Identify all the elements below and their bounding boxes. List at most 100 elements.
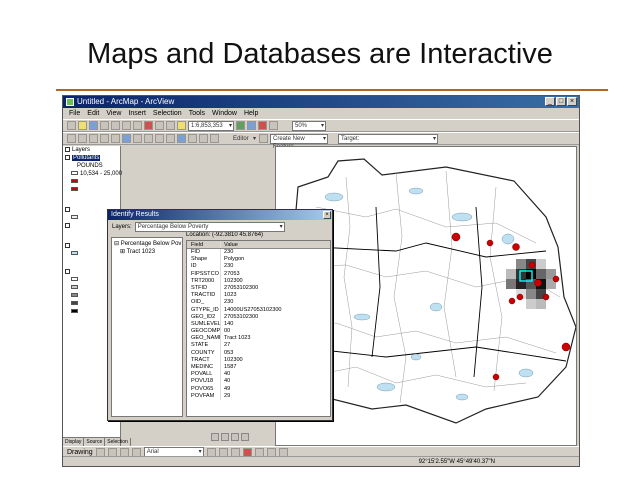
table-row[interactable]: TRACT 102300 <box>187 356 330 364</box>
open-icon[interactable] <box>78 121 87 130</box>
checkbox-icon[interactable] <box>65 242 70 248</box>
tab-source[interactable]: Source <box>84 438 106 446</box>
menu-help[interactable]: Help <box>244 108 258 119</box>
full-extent-icon[interactable] <box>122 134 131 143</box>
zoom-combo[interactable]: 50% <box>292 120 326 131</box>
dialog-close-button[interactable]: × <box>323 211 331 219</box>
select-elements-icon[interactable] <box>166 134 175 143</box>
fixed-zoom-out-icon[interactable] <box>100 134 109 143</box>
refresh-icon[interactable] <box>231 433 239 441</box>
add-data-icon[interactable] <box>177 121 186 130</box>
table-row[interactable]: ID 230 <box>187 263 330 271</box>
menu-file[interactable]: File <box>69 108 80 119</box>
field-value: Polygon <box>224 256 245 263</box>
data-view-icon[interactable] <box>211 433 219 441</box>
print-icon[interactable] <box>100 121 109 130</box>
command-line-icon[interactable] <box>258 121 267 130</box>
table-row[interactable]: STATE 27 <box>187 342 330 350</box>
layout-view-icon[interactable] <box>221 433 229 441</box>
identify-title: Identify Results × <box>108 210 332 220</box>
hyperlink-icon[interactable] <box>210 134 219 143</box>
select-features-icon[interactable] <box>155 134 164 143</box>
menu-edit[interactable]: Edit <box>87 108 99 119</box>
field-value: 1023 <box>224 292 237 299</box>
identify-icon[interactable] <box>177 134 186 143</box>
arctoolbox-icon[interactable] <box>247 121 256 130</box>
menu-view[interactable]: View <box>106 108 121 119</box>
toc-spacer <box>63 194 120 206</box>
table-row[interactable]: POVALL 40 <box>187 371 330 379</box>
arcmap-window: Untitled - ArcMap - ArcView _ □ × File E… <box>62 95 580 467</box>
legend-swatch <box>71 187 78 192</box>
table-row[interactable]: POVO65 49 <box>187 385 330 393</box>
map-scale-combo[interactable]: 1:6,853,353 <box>188 120 234 131</box>
maximize-button[interactable]: □ <box>556 97 566 106</box>
pan-icon[interactable] <box>111 134 120 143</box>
new-icon[interactable] <box>67 121 76 130</box>
checkbox-icon[interactable] <box>65 206 70 212</box>
sketch-tool-icon[interactable] <box>259 134 268 143</box>
table-row[interactable]: POVU18 40 <box>187 378 330 386</box>
table-row[interactable]: SUMLEVEL 140 <box>187 320 330 329</box>
task-combo[interactable]: Create New Feature <box>270 133 328 150</box>
table-row[interactable]: GEOCOMP 00 <box>187 328 330 336</box>
window-titlebar: Untitled - ArcMap - ArcView _ □ × <box>63 96 579 108</box>
table-row[interactable]: GEO_ID2 27053102300 <box>187 313 330 321</box>
measure-icon[interactable] <box>199 134 208 143</box>
find-icon[interactable] <box>188 134 197 143</box>
tree-root[interactable]: ⊟ Percentage Below Pov <box>114 240 181 248</box>
drawing-menu[interactable]: Drawing <box>67 449 93 456</box>
tree-child[interactable]: ⊞ Tract 1023 <box>114 248 180 256</box>
table-row[interactable]: GTYPE_ID 14000US27053102300 <box>187 306 330 314</box>
table-row[interactable]: POVFAM 29 <box>187 392 330 400</box>
help-icon[interactable] <box>269 121 278 130</box>
checkbox-icon[interactable] <box>65 222 70 228</box>
menu-selection[interactable]: Selection <box>153 108 182 119</box>
paste-icon[interactable] <box>133 121 142 130</box>
toc-root[interactable]: Layers <box>63 146 120 154</box>
table-row[interactable]: MEDINC 1587 <box>187 364 330 372</box>
table-row[interactable]: TRT2000 102300 <box>187 277 330 285</box>
minimize-button[interactable]: _ <box>545 97 555 106</box>
cut-icon[interactable] <box>111 121 120 130</box>
table-row[interactable]: STFID 27053102300 <box>187 284 330 293</box>
close-button[interactable]: × <box>567 97 577 106</box>
menu-insert[interactable]: Insert <box>128 108 146 119</box>
forward-extent-icon[interactable] <box>144 134 153 143</box>
tab-selection[interactable]: Selection <box>105 438 131 446</box>
fixed-zoom-in-icon[interactable] <box>89 134 98 143</box>
table-row[interactable]: COUNTY 053 <box>187 349 330 357</box>
checkbox-icon[interactable] <box>65 268 70 274</box>
zoom-in-icon[interactable] <box>67 134 76 143</box>
table-row[interactable]: TRACTID 1023 <box>187 292 330 300</box>
field-name: TRACTID <box>187 292 221 300</box>
pause-draw-icon[interactable] <box>241 433 249 441</box>
checkbox-icon[interactable] <box>65 154 70 160</box>
field-name: STFID <box>187 284 221 293</box>
legend-swatch <box>71 277 78 282</box>
editor-toolbar-icon[interactable] <box>236 121 245 130</box>
target-combo[interactable]: Target: <box>338 133 438 144</box>
col-value[interactable]: Value <box>221 241 330 248</box>
col-field[interactable]: Field <box>187 241 221 248</box>
table-row[interactable]: FID 230 <box>187 249 330 257</box>
delete-icon[interactable] <box>144 121 153 130</box>
table-row[interactable]: Shape Polygon <box>187 256 330 264</box>
redo-icon[interactable] <box>166 121 175 130</box>
table-row[interactable]: OID_ 230 <box>187 299 330 307</box>
undo-icon[interactable] <box>155 121 164 130</box>
editor-menu[interactable]: Editor <box>231 134 257 144</box>
layers-combo[interactable]: Percentage Below Poverty <box>134 222 285 232</box>
menu-window[interactable]: Window <box>212 108 237 119</box>
menu-tools[interactable]: Tools <box>189 108 205 119</box>
tab-display[interactable]: Display <box>63 438 85 446</box>
copy-icon[interactable] <box>122 121 131 130</box>
table-row[interactable]: FIPSSTCO 27053 <box>187 270 330 278</box>
back-extent-icon[interactable] <box>133 134 142 143</box>
field-value: 49 <box>224 385 231 392</box>
toc-layer-pollutants[interactable]: Pollutants <box>63 154 120 162</box>
table-row[interactable]: GEO_NAME Tract 1023 <box>187 335 330 343</box>
expand-icon[interactable] <box>65 146 70 152</box>
save-icon[interactable] <box>89 121 98 130</box>
zoom-out-icon[interactable] <box>78 134 87 143</box>
